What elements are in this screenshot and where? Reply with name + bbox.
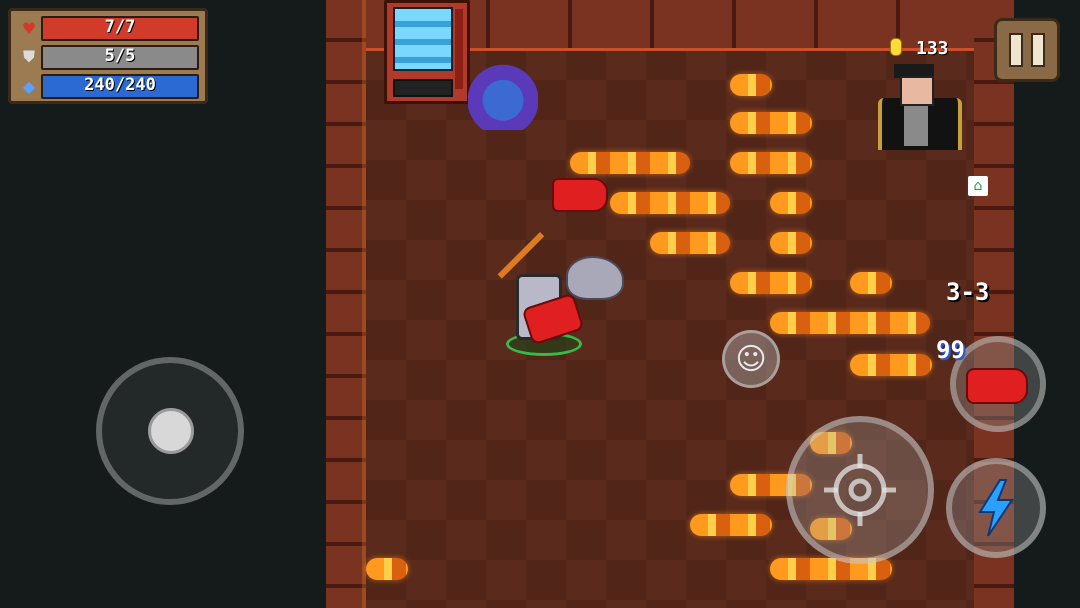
- floating-red-glove: [552, 178, 608, 212]
- lava-crack: [650, 232, 730, 254]
- armor-row: ⛊ 5/5: [17, 44, 199, 70]
- lava-crack: [850, 272, 892, 294]
- lava-crack: [770, 312, 930, 334]
- energy-value: 240/240: [84, 74, 156, 95]
- pause-button[interactable]: [994, 18, 1060, 82]
- vending-machine-panel: [455, 9, 463, 89]
- emote-button[interactable]: ☺: [722, 330, 780, 388]
- vending-machine-slot: [393, 79, 453, 97]
- diamond-icon: ◆: [22, 76, 36, 96]
- lightning-icon: [978, 479, 1014, 537]
- vending-machine-window: [393, 7, 453, 71]
- crosshair-icon: [824, 454, 896, 526]
- armor-bar: 5/5: [41, 44, 199, 70]
- smiley-icon: ☺: [735, 341, 767, 377]
- health-row: ♥ 7/7: [17, 15, 199, 41]
- level-indicator: 3-3: [946, 278, 990, 306]
- lava-crack: [730, 74, 772, 96]
- home-icon[interactable]: ⌂: [968, 176, 988, 196]
- heart-icon: ♥: [21, 18, 37, 38]
- skill-button[interactable]: [946, 458, 1046, 558]
- shield-icon: ⛊: [22, 47, 35, 66]
- blue-wolf-pet: [468, 64, 538, 130]
- armor-value: 5/5: [104, 45, 136, 66]
- lava-crack: [770, 192, 812, 214]
- red-glove-icon: [966, 368, 1028, 404]
- pause-icon-bar: [1031, 33, 1045, 67]
- coin-count: 133: [916, 38, 949, 59]
- merchant-npc[interactable]: [876, 64, 962, 152]
- merchant-body: [904, 102, 928, 146]
- lava-crack: [730, 272, 812, 294]
- energy-row: ◆ 240/240: [17, 73, 199, 99]
- lava-crack: [610, 192, 730, 214]
- lava-crack: [730, 152, 812, 174]
- joystick-knob[interactable]: [148, 408, 194, 454]
- health-value: 7/7: [104, 16, 136, 37]
- coin-icon: [890, 38, 902, 56]
- energy-bar: 240/240: [41, 73, 199, 99]
- merchant-face: [900, 76, 934, 106]
- left-wall: [326, 0, 366, 608]
- lava-crack: [770, 232, 812, 254]
- weapon-energy-cost: 99: [936, 336, 965, 364]
- coin-counter: 133: [890, 38, 949, 59]
- lava-crack: [690, 514, 772, 536]
- lava-crack: [366, 558, 408, 580]
- lava-crack: [570, 152, 690, 174]
- health-bar: 7/7: [41, 15, 199, 41]
- lava-crack: [730, 112, 812, 134]
- vending-machine[interactable]: [384, 0, 470, 104]
- player-knight: [506, 262, 585, 356]
- pause-icon: [1009, 33, 1023, 67]
- lava-crack: [850, 354, 932, 376]
- status-panel: ♥ 7/7 ⛊ 5/5 ◆ 240/240: [8, 8, 208, 104]
